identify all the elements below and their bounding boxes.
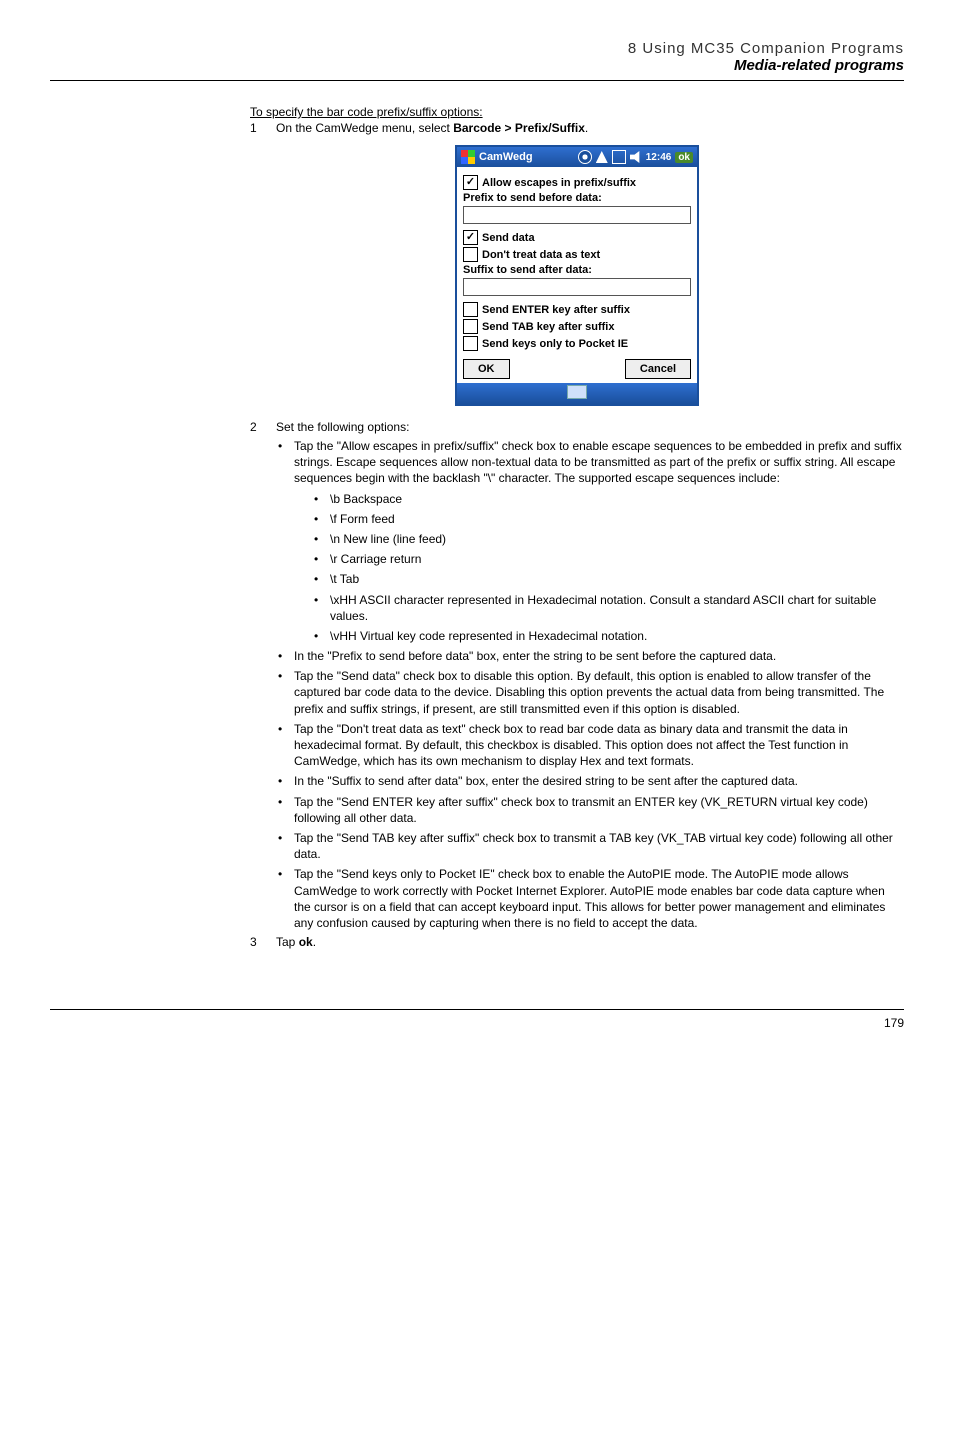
header-chapter: 8 Using MC35 Companion Programs: [50, 40, 904, 57]
status-icon: [578, 150, 592, 164]
send-tab-checkbox: [463, 319, 478, 334]
sub-backspace: \b Backspace: [312, 491, 904, 507]
dont-treat-label: Don't treat data as text: [482, 249, 600, 261]
bullet-prefix-box: In the "Prefix to send before data" box,…: [276, 648, 904, 664]
prefix-input: [463, 206, 691, 224]
connection-icon: [612, 150, 626, 164]
cancel-button: Cancel: [625, 359, 691, 379]
suffix-label: Suffix to send after data:: [463, 264, 691, 276]
step-3-text: Tap ok.: [276, 935, 316, 949]
allow-escapes-label: Allow escapes in prefix/suffix: [482, 177, 636, 189]
step-1-text: On the CamWedge menu, select Barcode > P…: [276, 121, 588, 135]
app-title: CamWedg: [479, 151, 533, 163]
step1-menu-path: Barcode > Prefix/Suffix: [453, 121, 585, 135]
bullet-suffix-box: In the "Suffix to send after data" box, …: [276, 773, 904, 789]
step-number: 3: [250, 935, 276, 949]
send-tab-label: Send TAB key after suffix: [482, 321, 614, 333]
titlebar: CamWedg 12:46 ok: [457, 147, 697, 167]
clock: 12:46: [646, 152, 672, 163]
sip-bar: [457, 383, 697, 404]
send-enter-checkbox: [463, 302, 478, 317]
send-data-label: Send data: [482, 232, 535, 244]
bullet-text: Tap the "Allow escapes in prefix/suffix"…: [294, 439, 902, 485]
allow-escapes-checkbox: ✓: [463, 175, 478, 190]
ok-button: OK: [463, 359, 510, 379]
step-2-text: Set the following options:: [276, 420, 409, 434]
prefix-label: Prefix to send before data:: [463, 192, 691, 204]
ok-softkey: ok: [675, 152, 693, 163]
dont-treat-checkbox: [463, 247, 478, 262]
send-data-checkbox: ✓: [463, 230, 478, 245]
step1-suffix: .: [585, 121, 588, 135]
bullet-send-tab: Tap the "Send TAB key after suffix" chec…: [276, 830, 904, 862]
sub-newline: \n New line (line feed): [312, 531, 904, 547]
bullet-send-enter: Tap the "Send ENTER key after suffix" ch…: [276, 794, 904, 826]
device-screenshot: CamWedg 12:46 ok ✓ Allow escapes in pref…: [455, 145, 699, 406]
header-rule: [50, 80, 904, 81]
send-enter-label: Send ENTER key after suffix: [482, 304, 630, 316]
step3-ok: ok: [299, 935, 313, 949]
bullet-send-pocket: Tap the "Send keys only to Pocket IE" ch…: [276, 866, 904, 931]
header-section: Media-related programs: [50, 57, 904, 74]
start-icon: [461, 150, 475, 164]
step-number: 1: [250, 121, 276, 135]
bullet-dont-treat: Tap the "Don't treat data as text" check…: [276, 721, 904, 770]
bullet-allow-escapes: Tap the "Allow escapes in prefix/suffix"…: [276, 438, 904, 644]
signal-icon: [596, 151, 608, 163]
sub-tab: \t Tab: [312, 571, 904, 587]
sub-formfeed: \f Form feed: [312, 511, 904, 527]
sub-xhh: \xHH ASCII character represented in Hexa…: [312, 592, 904, 624]
footer-rule: [50, 1009, 904, 1010]
step3-suffix: .: [313, 935, 316, 949]
step3-prefix: Tap: [276, 935, 299, 949]
step-number: 2: [250, 420, 276, 434]
send-pocket-checkbox: [463, 336, 478, 351]
step1-prefix: On the CamWedge menu, select: [276, 121, 453, 135]
sub-carriage: \r Carriage return: [312, 551, 904, 567]
send-pocket-label: Send keys only to Pocket IE: [482, 338, 628, 350]
volume-icon: [630, 151, 642, 163]
sub-vhh: \vHH Virtual key code represented in Hex…: [312, 628, 904, 644]
suffix-input: [463, 278, 691, 296]
keyboard-icon: [567, 385, 587, 399]
page-number: 179: [50, 1016, 904, 1030]
bullet-send-data: Tap the "Send data" check box to disable…: [276, 668, 904, 717]
procedure-title: To specify the bar code prefix/suffix op…: [250, 105, 904, 119]
